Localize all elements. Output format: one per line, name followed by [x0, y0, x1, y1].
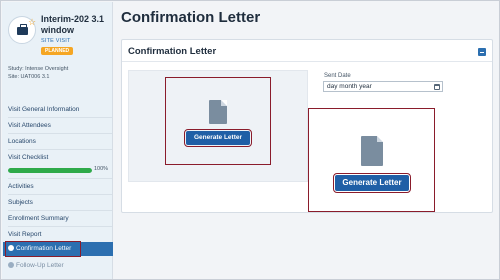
site-line: Site: UAT006 3.1: [8, 74, 50, 80]
sidebar-item-label: Follow-Up Letter: [16, 262, 64, 269]
inactive-dot-icon: [8, 262, 14, 268]
sent-date-field[interactable]: day month year: [323, 81, 443, 92]
briefcase-icon: ☆: [8, 16, 36, 44]
sidebar-item-enrollment-summary[interactable]: Enrollment Summary: [8, 213, 112, 225]
collapse-icon[interactable]: [478, 48, 486, 56]
visit-type: SITE VISIT: [41, 38, 71, 44]
divider: [8, 133, 112, 134]
visit-header: ☆ Interim-202 3.1 window SITE VISIT PLAN…: [8, 12, 112, 60]
divider: [8, 117, 112, 118]
status-badge: PLANNED: [41, 47, 74, 55]
sidebar-item-follow-up-letter[interactable]: Follow-Up Letter: [8, 260, 112, 272]
checklist-progress-bar: [8, 168, 92, 173]
divider: [8, 210, 112, 211]
sidebar-item-checklist[interactable]: Visit Checklist: [8, 152, 112, 164]
zoom-callout: Generate Letter: [308, 108, 435, 212]
sidebar-item-visit-report[interactable]: Visit Report: [8, 229, 112, 241]
sent-date-label: Sent Date: [324, 73, 351, 79]
card-title: Confirmation Letter: [128, 46, 217, 57]
visit-title: Interim-202 3.1 window: [41, 14, 105, 35]
sidebar-item-general-information[interactable]: Visit General Information: [8, 104, 112, 116]
document-icon: [209, 100, 227, 124]
page-title: Confirmation Letter: [121, 9, 261, 26]
calendar-icon[interactable]: [434, 84, 440, 90]
highlight-outline: [5, 241, 81, 257]
generate-letter-button[interactable]: Generate Letter: [184, 129, 252, 147]
checklist-progress-fill: [8, 168, 92, 173]
divider: [8, 194, 112, 195]
sidebar: ☆ Interim-202 3.1 window SITE VISIT PLAN…: [2, 2, 113, 279]
star-icon: ☆: [28, 17, 37, 27]
divider: [8, 178, 112, 179]
checklist-progress-label: 100%: [94, 166, 109, 172]
sidebar-item-activities[interactable]: Activities: [8, 181, 112, 193]
generate-letter-button-zoomed[interactable]: Generate Letter: [333, 173, 411, 193]
divider: [8, 149, 112, 150]
app-frame: ☆ Interim-202 3.1 window SITE VISIT PLAN…: [0, 0, 500, 280]
sidebar-item-attendees[interactable]: Visit Attendees: [8, 120, 112, 132]
sidebar-item-locations[interactable]: Locations: [8, 136, 112, 148]
divider: [8, 226, 112, 227]
card-header: Confirmation Letter: [122, 40, 492, 62]
highlight-outline: Generate Letter: [165, 77, 271, 165]
sidebar-item-subjects[interactable]: Subjects: [8, 197, 112, 209]
document-icon: [361, 136, 383, 166]
study-line: Study: Intense Oversight: [8, 66, 69, 72]
sent-date-value: day month year: [327, 83, 372, 90]
